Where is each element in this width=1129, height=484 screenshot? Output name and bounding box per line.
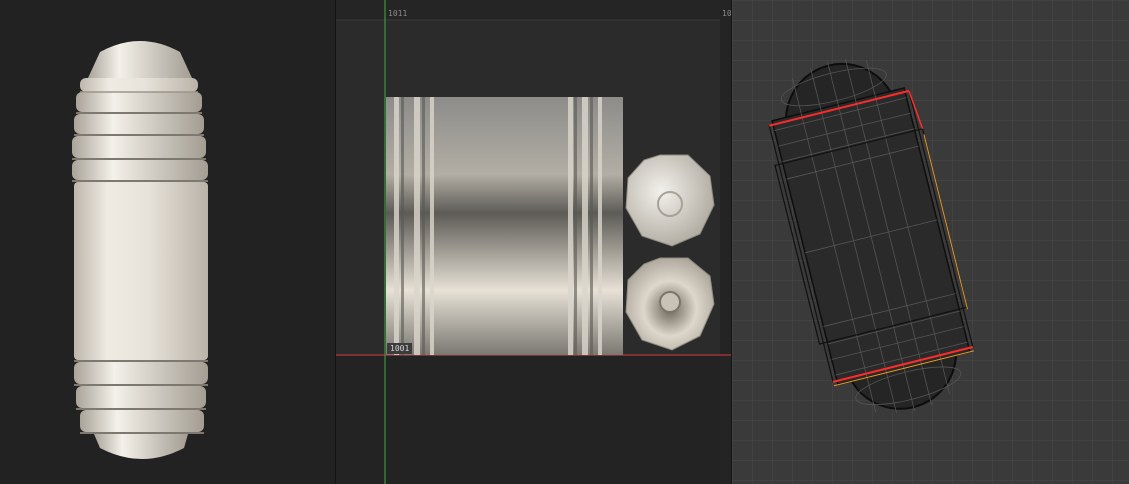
top-cap: [88, 41, 192, 78]
shaded-capsule-icon: [72, 41, 208, 459]
wireframe-viewport[interactable]: [732, 0, 1129, 484]
viewport-3d[interactable]: [0, 0, 336, 484]
uv-island-cap-top: [625, 154, 715, 247]
top-band: [80, 78, 198, 92]
uv-top-tile-label: 1011: [388, 9, 408, 18]
uv-tile-badge: 1001: [387, 343, 413, 354]
uv-editor-viewport[interactable]: 1011 100 1001: [336, 0, 732, 484]
wireframe-capsule-icon: [732, 0, 1129, 484]
main-body: [74, 182, 208, 360]
uv-grid: [336, 0, 732, 484]
bottom-cap: [94, 434, 188, 459]
